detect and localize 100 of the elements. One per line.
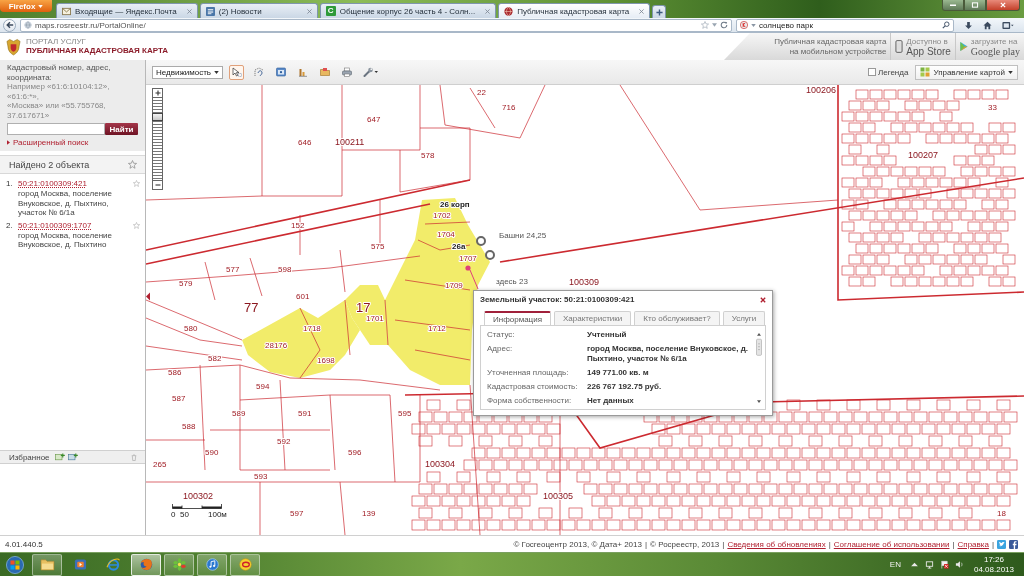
speaker-icon[interactable] — [954, 560, 964, 569]
facebook-icon[interactable] — [1009, 539, 1018, 549]
minimize-button[interactable] — [942, 0, 964, 11]
taskbar-app-button[interactable] — [131, 553, 161, 576]
separator: | — [722, 539, 725, 549]
close-button[interactable] — [986, 0, 1020, 11]
search-icon[interactable] — [942, 21, 950, 29]
network-icon[interactable] — [924, 560, 934, 569]
collapse-arrow-icon[interactable] — [146, 292, 150, 301]
parcel-number: 77 — [244, 300, 259, 315]
back-button[interactable] — [3, 18, 16, 32]
legend-checkbox[interactable] — [867, 68, 876, 76]
parcel-number: 591 — [298, 409, 312, 418]
popup-tab[interactable]: Кто обслуживает? — [634, 311, 720, 325]
tool-button[interactable] — [339, 64, 355, 80]
reload-icon[interactable] — [720, 21, 728, 29]
download-icon[interactable] — [964, 20, 973, 30]
star-icon[interactable] — [701, 21, 709, 29]
cadastral-number-link[interactable]: 50:21:0100309:421 — [18, 179, 87, 189]
block-number: 100206 — [806, 85, 837, 95]
parcel-number: 579 — [179, 279, 193, 288]
web-search-field[interactable]: солнцево парк — [736, 18, 954, 32]
advanced-search-link[interactable]: Расширенный поиск — [7, 138, 89, 147]
block-number: 100302 — [183, 491, 214, 501]
zoom-slider-thumb[interactable] — [152, 112, 163, 121]
footer-link[interactable]: Справка — [957, 539, 989, 549]
parcel-number: 1704 — [437, 230, 455, 239]
taskbar-app-button[interactable] — [197, 553, 227, 576]
parcel-number: 578 — [421, 151, 435, 160]
up-arrow-icon[interactable] — [909, 560, 919, 569]
ring-marker-icon[interactable] — [476, 236, 486, 246]
scale-ruler — [172, 504, 222, 509]
tool-button[interactable] — [273, 64, 289, 80]
bookmarks-icon[interactable] — [1002, 20, 1014, 30]
clock-date[interactable]: 04.08.2013 — [973, 564, 1014, 575]
zoom-in-button[interactable] — [152, 88, 163, 98]
browser-tab[interactable]: Публичная кадастровая карта — [498, 3, 651, 18]
taskbar-app-button[interactable] — [164, 553, 194, 576]
clock-time[interactable]: 17:26 — [983, 554, 1004, 565]
result-number: 2. — [6, 220, 14, 232]
folder-icon — [319, 67, 330, 77]
parcel-number: 1709 — [445, 281, 463, 290]
parcel-number: 587 — [172, 394, 186, 403]
parcel-number: 594 — [256, 382, 270, 391]
category-dropdown[interactable]: Недвижимость — [152, 65, 224, 79]
separator: | — [644, 539, 648, 549]
tool-button[interactable] — [229, 64, 245, 80]
map-pin-icon[interactable] — [465, 265, 479, 290]
scale-label: 50 — [180, 510, 189, 519]
address-field[interactable]: maps.rosreestr.ru/PortalOnline/ — [20, 18, 732, 32]
close-icon[interactable] — [760, 296, 766, 303]
caret-icon[interactable] — [751, 23, 756, 27]
caret-icon[interactable] — [712, 23, 717, 27]
star-icon[interactable] — [133, 221, 140, 229]
result-address: город Москва, поселение Внуковское, д. Пыхтино, участок № 6/1а — [18, 189, 113, 218]
bird-icon[interactable] — [997, 539, 1006, 549]
parcel-number: 716 — [502, 103, 516, 112]
block-number: 100207 — [908, 150, 939, 160]
popup-tab[interactable]: Услуги — [722, 311, 766, 325]
star-icon[interactable] — [128, 160, 137, 169]
popup-tab[interactable]: Информация — [484, 311, 551, 325]
parcel-number: 589 — [232, 409, 246, 418]
info-card-icon — [275, 67, 286, 77]
separator: | — [952, 539, 955, 549]
separator: | — [828, 539, 831, 549]
browser-tab[interactable]: (2) Новости — [199, 3, 318, 18]
highlighted-parcel[interactable] — [345, 285, 388, 345]
find-button[interactable]: Найти — [105, 123, 138, 135]
search-input[interactable] — [7, 123, 105, 135]
ring-marker-icon[interactable] — [485, 250, 495, 260]
store-caption: загрузите на — [970, 36, 1019, 46]
parcel-number: 1718 — [303, 324, 321, 333]
map-note: 26а — [452, 242, 466, 251]
footer-link[interactable]: Сведения об обновлениях — [727, 539, 826, 549]
star-icon[interactable] — [133, 180, 140, 187]
footer-link[interactable]: Соглашение об использовании — [833, 539, 950, 549]
map-control-dropdown[interactable]: Управление картой — [915, 64, 1018, 80]
new-tab-button[interactable] — [652, 5, 667, 18]
maximize-button[interactable] — [964, 0, 986, 11]
flag-icon[interactable] — [939, 560, 949, 569]
parcel-number: 575 — [371, 242, 385, 251]
cadastral-number-link[interactable]: 50:21:0100309:1707 — [18, 220, 92, 231]
add-item-icon[interactable] — [67, 453, 78, 461]
home-icon[interactable] — [983, 20, 992, 30]
add-folder-icon[interactable] — [54, 453, 65, 461]
scale-label: 0 — [171, 510, 176, 519]
music-note-icon — [204, 558, 220, 571]
close-icon[interactable] — [639, 8, 645, 14]
language-indicator[interactable]: EN — [889, 560, 901, 569]
browser-tab[interactable]: C Общение корпус 26 часть 4 - Солн... — [319, 3, 497, 18]
browser-tab[interactable]: Входящие — Яндекс.Почта — [56, 3, 198, 18]
taskbar-app-button[interactable] — [230, 553, 260, 576]
taskbar-app-button[interactable] — [32, 553, 62, 576]
popup-tab[interactable]: Характеристики — [554, 311, 632, 325]
parcel-number: 592 — [277, 437, 291, 446]
version-text: 4.01.440.5 — [5, 539, 43, 549]
zoom-out-button[interactable] — [152, 180, 163, 190]
start-button[interactable] — [4, 553, 26, 576]
parcel-number: 647 — [367, 115, 381, 124]
store-caption: Доступно в — [906, 36, 949, 46]
